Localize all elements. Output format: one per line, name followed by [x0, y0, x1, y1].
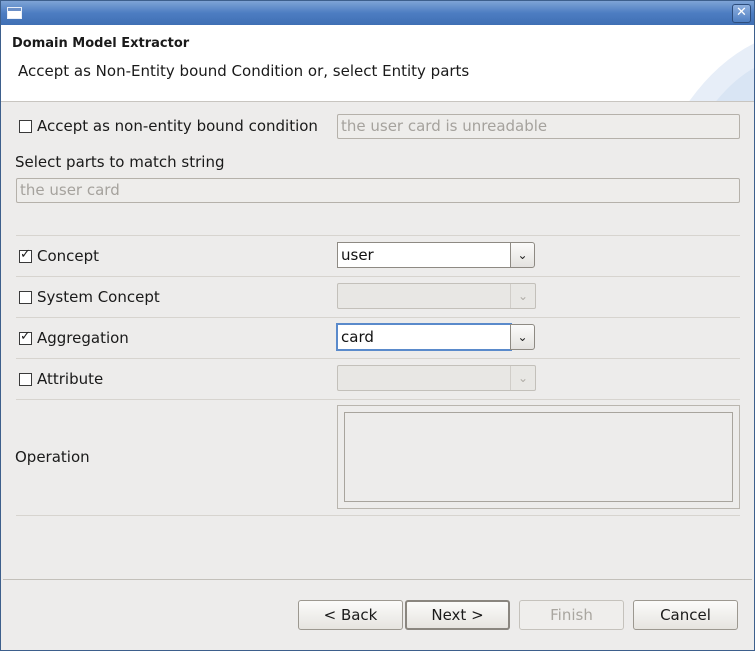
separator [16, 399, 740, 400]
separator [16, 276, 740, 277]
separator [16, 515, 740, 516]
concept-combo-input[interactable]: user [337, 242, 511, 268]
match-string-label: Select parts to match string [15, 153, 225, 171]
separator [16, 235, 740, 236]
finish-button[interactable]: Finish [519, 600, 624, 630]
title-bar[interactable]: ✕ [1, 1, 754, 25]
operation-list[interactable] [344, 412, 733, 502]
operation-group [337, 405, 740, 509]
system-concept-label: System Concept [37, 288, 160, 306]
wizard-header: Domain Model Extractor Accept as Non-Ent… [1, 25, 754, 102]
system-concept-checkbox[interactable] [19, 291, 32, 304]
non-entity-text-field[interactable]: the user card is unreadable [337, 114, 740, 139]
separator [16, 317, 740, 318]
window-icon [7, 7, 22, 19]
chevron-down-icon: ⌄ [510, 366, 535, 390]
aggregation-combo-dropdown[interactable]: ⌄ [510, 324, 535, 350]
non-entity-label: Accept as non-entity bound condition [37, 117, 318, 135]
aggregation-label: Aggregation [37, 329, 129, 347]
non-entity-checkbox[interactable] [19, 120, 32, 133]
chevron-down-icon: ⌄ [517, 248, 528, 262]
operation-label: Operation [15, 448, 90, 466]
close-icon: ✕ [736, 5, 747, 20]
chevron-down-icon: ⌄ [510, 284, 535, 308]
button-bar-separator [3, 579, 752, 580]
aggregation-combo-input[interactable]: card [336, 323, 512, 351]
concept-checkbox[interactable] [19, 247, 32, 263]
attribute-label: Attribute [37, 370, 104, 388]
header-title: Domain Model Extractor [12, 36, 190, 51]
back-button[interactable]: < Back [298, 600, 403, 630]
cancel-button[interactable]: Cancel [633, 600, 738, 630]
concept-combo-dropdown[interactable]: ⌄ [510, 242, 535, 268]
close-button[interactable]: ✕ [732, 4, 751, 23]
aggregation-checkbox[interactable] [19, 329, 32, 345]
header-subtitle: Accept as Non-Entity bound Condition or,… [18, 62, 470, 80]
match-string-field[interactable]: the user card [16, 178, 740, 203]
wizard-window: ✕ Domain Model Extractor Accept as Non-E… [0, 0, 755, 651]
separator [16, 358, 740, 359]
concept-label: Concept [37, 247, 100, 265]
header-banner-graphic [689, 43, 754, 101]
attribute-checkbox[interactable] [19, 373, 32, 386]
chevron-down-icon: ⌄ [517, 330, 528, 344]
attribute-combo[interactable]: ⌄ [337, 365, 536, 391]
next-button[interactable]: Next > [405, 600, 510, 630]
system-concept-combo[interactable]: ⌄ [337, 283, 536, 309]
